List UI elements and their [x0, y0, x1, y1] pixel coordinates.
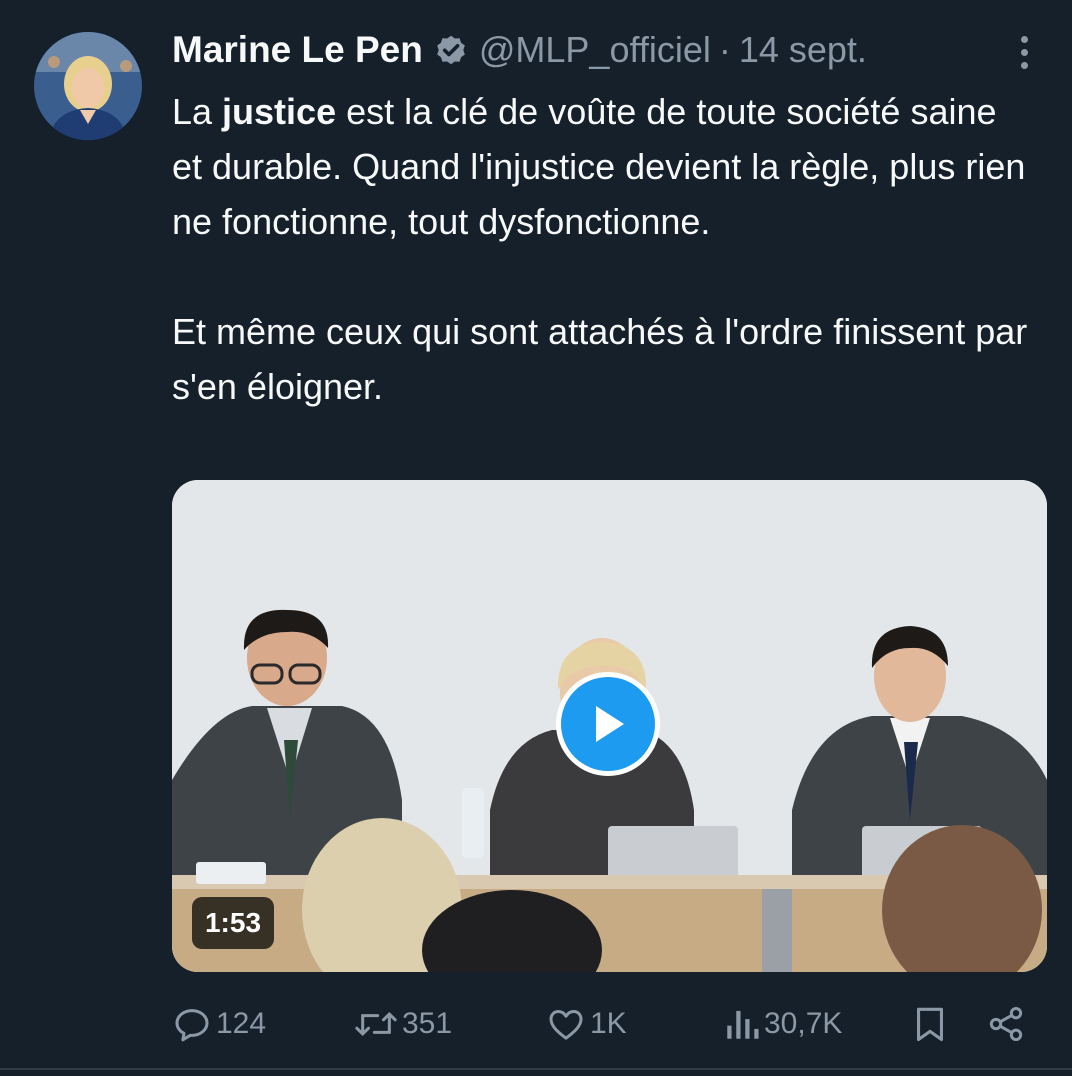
- tweet-paragraph-2: Et même ceux qui sont attachés à l'ordre…: [172, 311, 1028, 407]
- reply-count: 124: [216, 1007, 267, 1040]
- retweet-icon: [355, 1012, 397, 1036]
- avatar-image: [34, 32, 142, 140]
- verified-badge-icon: [437, 35, 465, 65]
- views-button[interactable]: 30,7K: [724, 998, 842, 1050]
- bookmark-button[interactable]: [912, 998, 948, 1050]
- share-button[interactable]: [986, 998, 1026, 1050]
- tweet-date[interactable]: 14 sept.: [739, 29, 867, 71]
- tweet-text: La justice est la clé de voûte de toute …: [172, 84, 1032, 414]
- reply-icon: [175, 1009, 209, 1042]
- retweet-button[interactable]: 351: [354, 998, 452, 1050]
- reply-button[interactable]: 124: [172, 998, 266, 1050]
- heart-icon: [549, 1010, 583, 1040]
- like-button[interactable]: 1K: [546, 998, 627, 1050]
- avatar[interactable]: [34, 32, 142, 140]
- video-duration: 1:53: [192, 897, 274, 949]
- like-count: 1K: [590, 1007, 627, 1040]
- author-name[interactable]: Marine Le Pen: [172, 29, 423, 71]
- tweet-header: Marine Le Pen @MLP_officiel · 14 sept.: [172, 26, 867, 74]
- share-icon: [989, 1007, 1023, 1041]
- play-icon: [596, 706, 624, 742]
- separator-dot: ·: [718, 29, 731, 70]
- author-handle[interactable]: @MLP_officiel: [479, 29, 711, 71]
- retweet-count: 351: [402, 1007, 453, 1040]
- more-options-icon[interactable]: [1014, 36, 1034, 72]
- action-bar: 124 351 1K 30,7K: [172, 998, 1042, 1050]
- views-count: 30,7K: [764, 1007, 843, 1040]
- divider: [0, 1068, 1072, 1070]
- tweet[interactable]: Marine Le Pen @MLP_officiel · 14 sept. L…: [0, 0, 1072, 1076]
- tweet-paragraph-1: La justice est la clé de voûte de toute …: [172, 91, 1026, 242]
- play-button[interactable]: [556, 672, 660, 776]
- bookmark-icon: [916, 1007, 944, 1042]
- views-icon: [727, 1010, 759, 1039]
- tweet-bold-word: justice: [222, 91, 337, 132]
